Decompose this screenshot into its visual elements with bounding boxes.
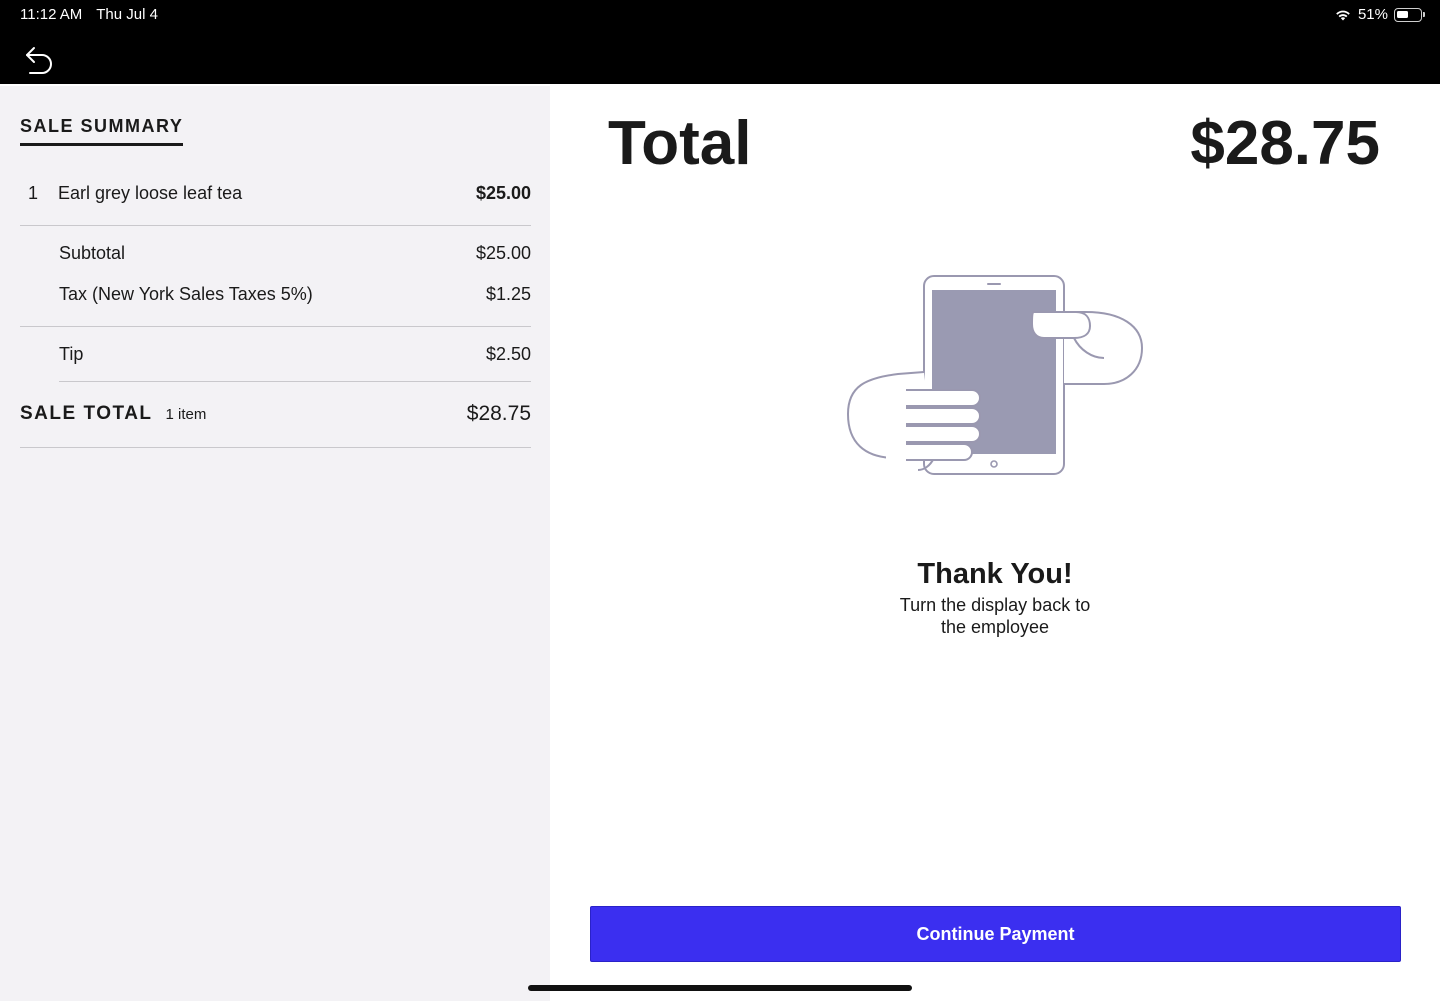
sale-total-label: SALE TOTAL: [20, 403, 153, 424]
battery-percent: 51%: [1357, 6, 1388, 23]
back-button[interactable]: [22, 44, 56, 76]
continue-payment-button[interactable]: Continue Payment: [590, 906, 1401, 962]
subtotal-value: $25.00: [475, 243, 531, 263]
total-label: Total: [608, 109, 752, 178]
line-item-price: $25.00: [475, 183, 531, 203]
thank-you-title: Thank You!: [917, 558, 1073, 590]
status-time: 11:12 AM: [20, 6, 83, 23]
tip-value: $2.50: [485, 344, 531, 364]
sale-total-value: $28.75: [466, 402, 531, 425]
main-panel: Total $28.75 Thank You! Turn the display…: [550, 86, 1440, 1001]
top-bar: 11:12 AM Thu Jul 4 51%: [0, 0, 1440, 84]
divider: [59, 381, 531, 382]
line-item-name: Earl grey loose leaf tea: [58, 183, 243, 203]
divider: [20, 225, 531, 226]
tip-label: Tip: [59, 344, 84, 364]
thank-you-message: Turn the display back to the employee: [550, 594, 1440, 638]
sale-total-count: 1 item: [165, 406, 207, 423]
status-bar-right: 51%: [1334, 6, 1425, 23]
status-bar-left: 11:12 AM Thu Jul 4: [20, 6, 158, 23]
tax-row: Tax (New York Sales Taxes 5%) $1.25: [59, 284, 531, 305]
status-date: Thu Jul 4: [96, 6, 158, 23]
tax-label: Tax (New York Sales Taxes 5%): [59, 284, 313, 304]
tip-row: Tip $2.50: [59, 344, 531, 365]
subtotal-label: Subtotal: [59, 243, 126, 263]
sale-summary-title: SALE SUMMARY: [20, 116, 184, 146]
sale-summary-panel: SALE SUMMARY 1 Earl grey loose leaf tea …: [0, 86, 550, 1001]
line-item: 1 Earl grey loose leaf tea $25.00: [20, 183, 531, 204]
divider: [20, 326, 531, 327]
subtotal-row: Subtotal $25.00: [59, 243, 531, 264]
hands-holding-tablet-icon: [846, 275, 1144, 475]
sale-total-label-group: SALE TOTAL 1 item: [20, 403, 467, 425]
wifi-icon: [1336, 10, 1350, 20]
tax-value: $1.25: [485, 284, 531, 304]
thank-you-line-1: Turn the display back to: [899, 595, 1091, 615]
line-item-qty: 1: [28, 183, 39, 203]
total-amount: $28.75: [1190, 109, 1380, 178]
undo-arrow-icon: [26, 47, 52, 74]
divider: [20, 447, 531, 448]
battery-fill: [1397, 10, 1408, 18]
battery-icon: [1394, 7, 1425, 22]
home-indicator[interactable]: [528, 985, 912, 991]
sale-total-row: SALE TOTAL 1 item $28.75: [20, 402, 531, 426]
thank-you-line-2: the employee: [940, 617, 1050, 637]
